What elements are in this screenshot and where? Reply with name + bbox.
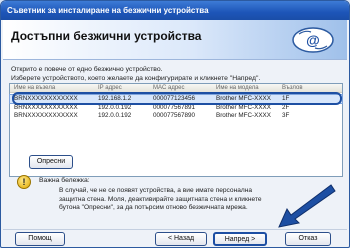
device-location: 2F [282, 104, 290, 111]
notice-body: В случай, че не се появят устройства, а … [59, 187, 329, 213]
column-model-name[interactable]: Име на модела [216, 84, 259, 93]
device-location: 3F [282, 112, 290, 119]
installer-window: Съветник за инсталиране на безжични устр… [0, 0, 350, 248]
device-mac: 000077567890 [153, 112, 196, 119]
refresh-button[interactable]: Опресни [29, 155, 73, 169]
device-node-name: BRNXXXXXXXXXXXX [14, 112, 78, 119]
cancel-button[interactable]: Отказ [285, 232, 331, 246]
device-node-name: BRNXXXXXXXXXXXX [14, 104, 78, 111]
device-model: Brother MFC-XXXX [216, 104, 271, 111]
device-model: Brother MFC-XXXX [216, 112, 271, 119]
notice-line-2: защитна стена. Моля, деактивирайте защит… [59, 195, 262, 203]
column-ip-address[interactable]: IP адрес [98, 84, 122, 93]
instructions-line-2: Изберете устройството, което желаете да … [11, 75, 261, 82]
notice-line-1: В случай, че не се появят устройства, а … [59, 187, 253, 194]
wizard-footer: Помощ < Назад Напред > Отказ [3, 229, 347, 247]
device-list-header: Име на възела IP адрес MAC адрес Име на … [10, 84, 342, 93]
window-title: Съветник за инсталиране на безжични устр… [1, 1, 349, 20]
device-ip: 192.0.0.192 [98, 104, 132, 111]
device-mac: 000077567891 [153, 104, 196, 111]
device-model: Brother MFC-XXXX [216, 95, 271, 102]
device-row[interactable]: BRNXXXXXXXXXXXX 192.168.1.2 000077123456… [9, 94, 343, 104]
notice-line-3: бутона "Опресни", за да потърсим отново … [59, 204, 248, 211]
instructions: Открито е повече от едно безжично устрой… [11, 65, 341, 83]
column-location[interactable]: Възлов [282, 84, 303, 93]
column-mac-address[interactable]: MAC адрес [153, 84, 185, 93]
device-location: 1F [282, 95, 290, 102]
instructions-line-1: Открито е повече от едно безжично устрой… [11, 66, 163, 73]
column-node-name[interactable]: Име на възела [14, 84, 55, 93]
device-row[interactable]: BRNXXXXXXXXXXXX 192.0.0.192 000077567891… [10, 104, 342, 112]
device-mac: 000077123456 [153, 95, 196, 102]
back-button[interactable]: < Назад [155, 232, 207, 246]
device-row[interactable]: BRNXXXXXXXXXXXX 192.0.0.192 000077567890… [10, 112, 342, 120]
notice-title: Важна бележка: [39, 177, 90, 184]
wizard-header: Достъпни безжични устройства @ [3, 20, 347, 60]
next-button[interactable]: Напред > [213, 232, 267, 246]
help-button[interactable]: Помощ [15, 232, 65, 246]
brother-logo-icon: @ [292, 27, 334, 53]
device-node-name: BRNXXXXXXXXXXXX [14, 95, 78, 102]
important-notice: ! Важна бележка: В случай, че не се появ… [9, 169, 343, 219]
info-exclamation-icon: ! [17, 175, 31, 189]
device-ip: 192.0.0.192 [98, 112, 132, 119]
device-ip: 192.168.1.2 [98, 95, 132, 102]
page-title: Достъпни безжични устройства [11, 29, 202, 43]
svg-text:@: @ [306, 32, 320, 48]
wizard-content: Открито е повече от едно безжично устрой… [3, 61, 347, 229]
